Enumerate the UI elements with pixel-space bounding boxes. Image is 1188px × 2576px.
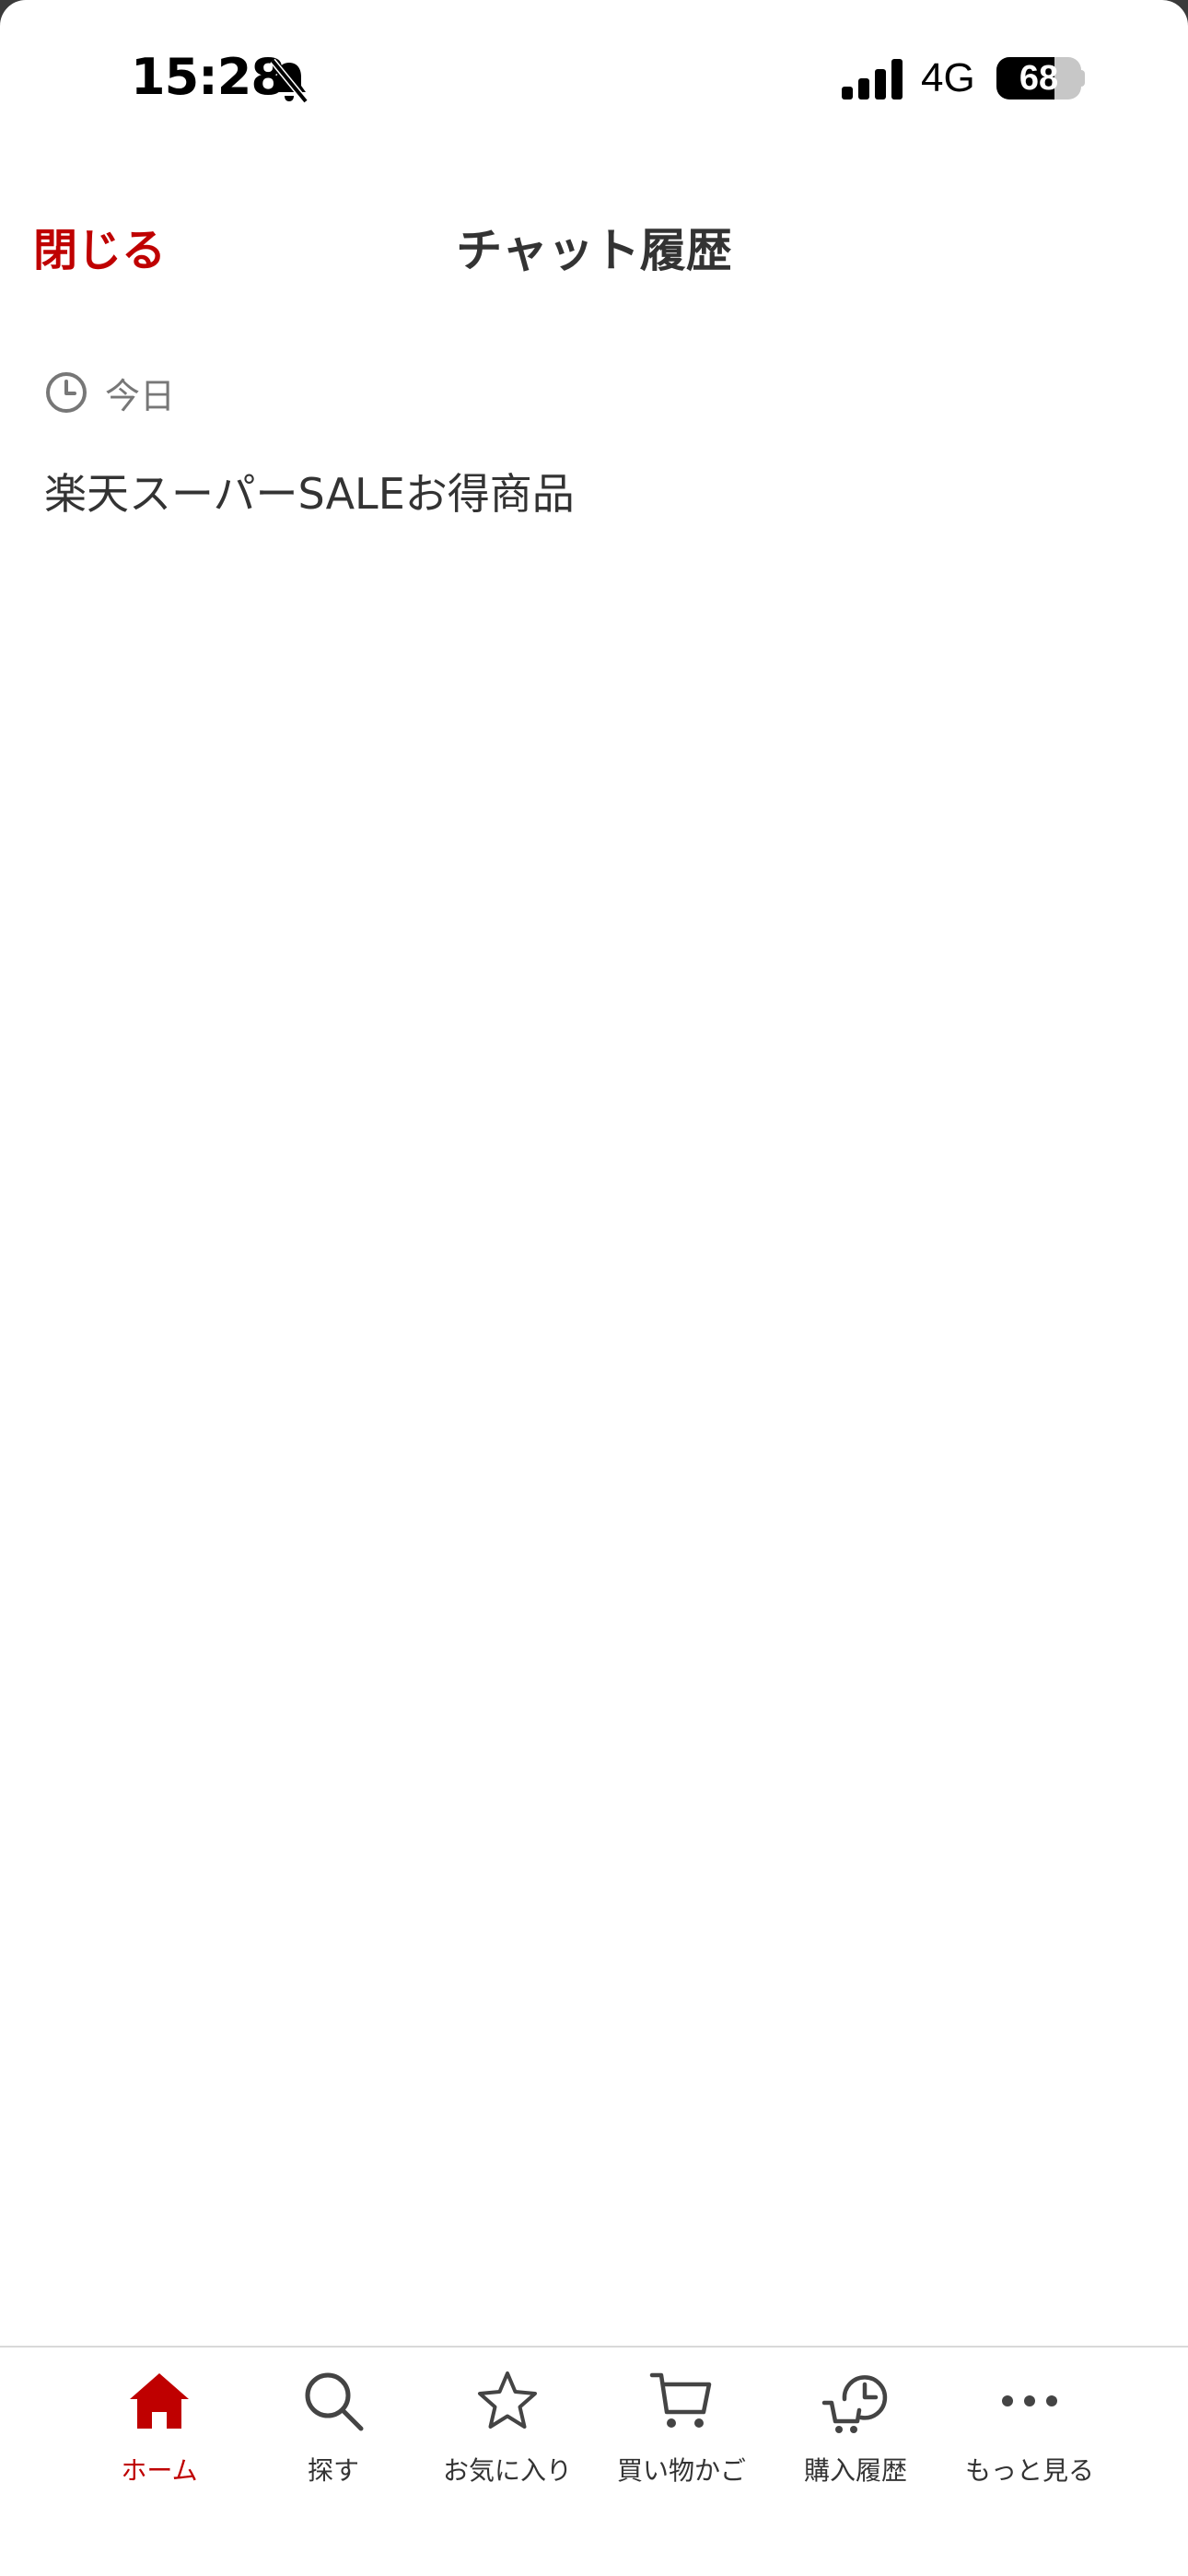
tab-label-favorites: お気に入り [442, 2455, 572, 2486]
tab-label-cart: 買い物かご [616, 2455, 746, 2486]
more-icon [1002, 2395, 1057, 2406]
battery-percent: 68 [1019, 59, 1059, 98]
screen: 15:28 4G 68 閉じる チャット履歴 今日 楽天スーパーSALEお得商品… [0, 0, 1188, 2576]
status-bar: 15:28 4G 68 [0, 0, 1188, 157]
star-icon [478, 2371, 537, 2429]
battery-nub [1079, 70, 1085, 87]
network-label: 4G [921, 55, 975, 100]
tab-label-purchase-history: 購入履歴 [803, 2455, 907, 2486]
tab-bar: ホーム 探す お気に入り 買い物かご 購入履歴 もっと見る [0, 2346, 1188, 2576]
section-label: 今日 [105, 375, 176, 416]
tab-label-more: もっと見る [964, 2455, 1094, 2486]
tab-label-search: 探す [307, 2455, 359, 2486]
tab-purchase-history[interactable]: 購入履歴 [768, 2366, 943, 2513]
clock-icon [46, 372, 87, 413]
section-header-today: 今日 [44, 365, 175, 420]
tab-label-home: ホーム [121, 2455, 198, 2486]
tab-more[interactable]: もっと見る [942, 2366, 1117, 2513]
tab-cart[interactable]: 買い物かご [594, 2366, 769, 2513]
battery-icon: 68 [996, 57, 1081, 100]
tab-home[interactable]: ホーム [72, 2366, 247, 2513]
status-time: 15:28 [131, 48, 285, 106]
search-icon [305, 2372, 364, 2431]
signal-icon [842, 59, 903, 100]
bell-muted-icon [270, 58, 309, 104]
page-title: チャット履歴 [456, 224, 732, 277]
tab-search[interactable]: 探す [246, 2366, 421, 2513]
cart-icon [649, 2372, 712, 2428]
chat-history-item[interactable]: 楽天スーパーSALEお得商品 [44, 461, 575, 521]
home-icon [130, 2373, 189, 2429]
purchase-history-icon [821, 2375, 888, 2433]
tab-favorites[interactable]: お気に入り [420, 2366, 595, 2513]
header: 閉じる チャット履歴 [0, 184, 1188, 304]
